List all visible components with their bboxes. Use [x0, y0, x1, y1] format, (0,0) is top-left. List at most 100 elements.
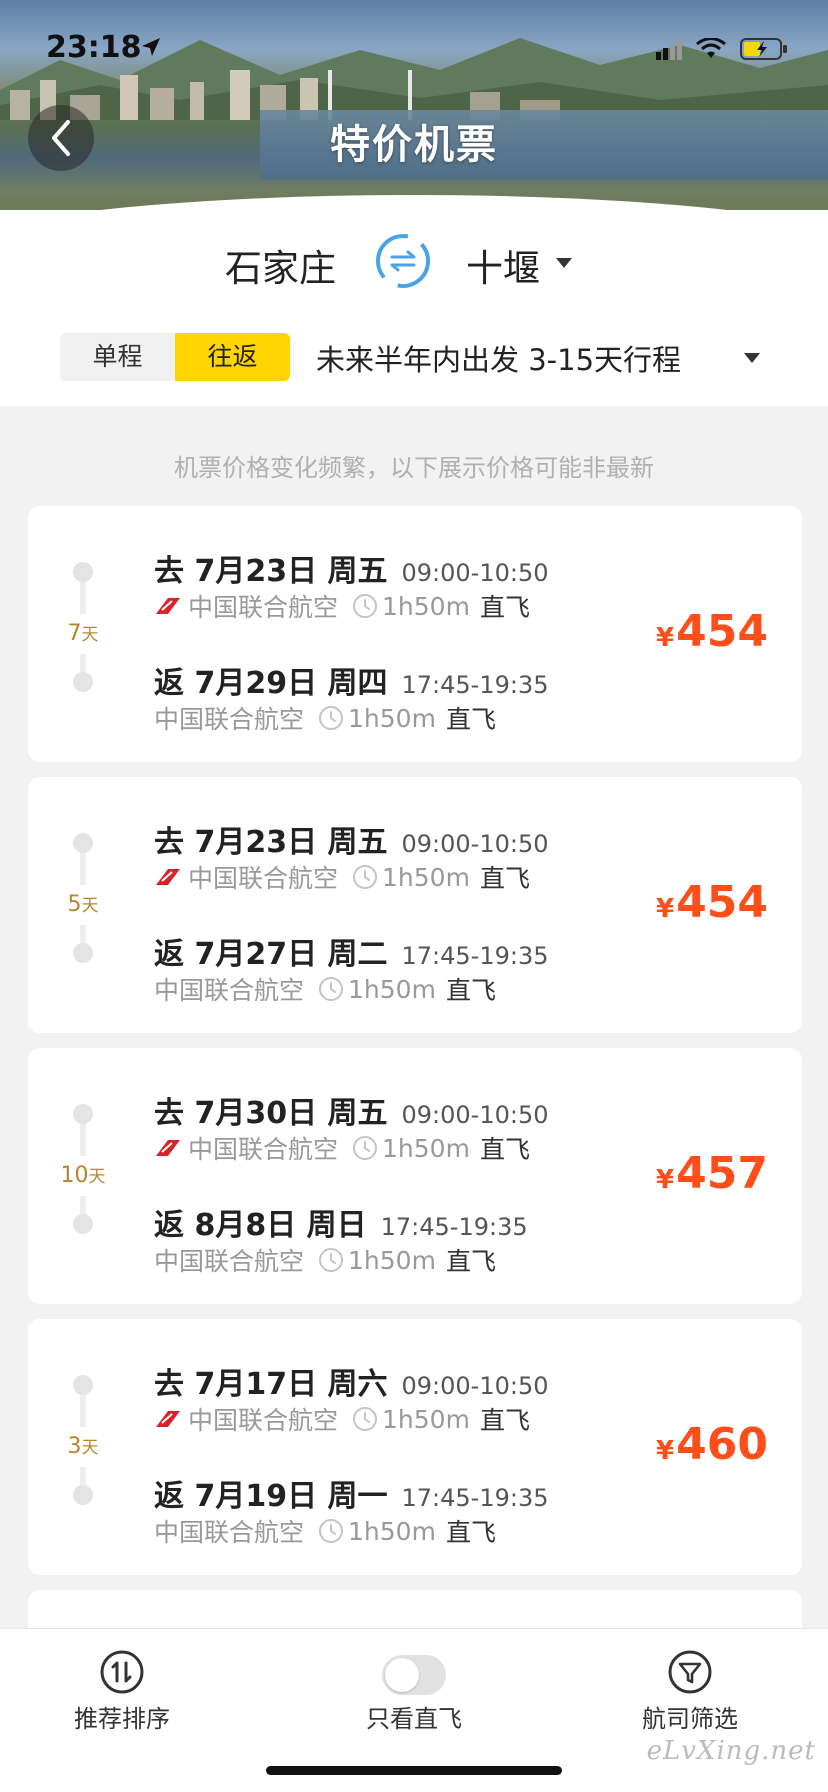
arrival-city[interactable]: 十堰 [466, 238, 540, 292]
return-flight-type: 直飞 [445, 1518, 496, 1547]
return-duration: 1h50m [348, 1245, 436, 1275]
outbound-flight-type: 直飞 [479, 1406, 530, 1435]
outbound-flight-type: 直飞 [479, 1135, 530, 1164]
return-date: 返 8月8日 周日 [154, 1208, 367, 1243]
trip-options-row: 单程 往返 未来半年内出发 3-15天行程 [60, 333, 770, 381]
clock-icon [319, 1519, 344, 1543]
return-date: 返 7月27日 周二 [154, 937, 388, 972]
direct-only-label: 只看直飞 [366, 1705, 462, 1733]
outbound-date: 去 7月17日 周六 [154, 1367, 388, 1402]
timeline-dot [73, 672, 93, 692]
airline-logo-icon [156, 1140, 180, 1156]
trip-length-badge: 7天 [56, 614, 110, 654]
price-label: ¥457 [656, 1148, 768, 1199]
airline-logo-icon [156, 869, 180, 885]
trip-days: 10 [60, 1163, 89, 1188]
outbound-duration: 1h50m [382, 1404, 470, 1434]
timeline-dot [73, 562, 93, 582]
trip-days-unit: 天 [81, 896, 99, 916]
price-label: ¥454 [656, 606, 768, 657]
outbound-airline: 中国联合航空 [188, 1135, 339, 1164]
timeline-dot [73, 1214, 93, 1234]
trip-days-unit: 天 [81, 1438, 99, 1458]
timeline-dot [73, 1104, 93, 1124]
currency-symbol: ¥ [656, 623, 675, 653]
outbound-time: 09:00-10:50 [401, 830, 549, 858]
price-notice: 机票价格变化频繁，以下展示价格可能非最新 [174, 454, 654, 482]
trip-days-unit: 天 [81, 625, 99, 645]
clock-icon [353, 1136, 378, 1160]
return-leg: 返 7月19日 周一 17:45-19:35 中国联合航空 1h50m 直飞 [154, 1471, 714, 1549]
route-panel: 石家庄 十堰 单程 往返 未来半年内出发 3-15天行程 [0, 210, 828, 406]
return-duration: 1h50m [348, 703, 436, 733]
return-airline: 中国联合航空 [154, 1247, 305, 1276]
location-arrow-icon [142, 38, 160, 56]
outbound-flight-type: 直飞 [479, 864, 530, 893]
currency-symbol: ¥ [656, 1436, 675, 1466]
departure-city[interactable]: 石家庄 [225, 238, 336, 292]
direct-only-toggle[interactable]: 只看直飞 [324, 1649, 504, 1759]
price-label: ¥460 [656, 1419, 768, 1470]
round-trip-tab[interactable]: 往返 [175, 333, 290, 381]
watermark-text: eLvXing.net [646, 1736, 816, 1766]
caret-down-icon[interactable] [556, 258, 572, 268]
one-way-tab[interactable]: 单程 [60, 333, 175, 381]
return-airline: 中国联合航空 [154, 976, 305, 1005]
direct-only-switch[interactable] [382, 1655, 446, 1695]
price-value: 454 [676, 877, 768, 928]
outbound-airline: 中国联合航空 [188, 593, 339, 622]
airline-logo-icon [156, 598, 180, 614]
clock-icon [319, 706, 344, 730]
return-flight-type: 直飞 [445, 705, 496, 734]
price-value: 460 [676, 1419, 768, 1470]
outbound-duration: 1h50m [382, 862, 470, 892]
trip-days: 7 [67, 621, 82, 646]
outbound-duration: 1h50m [382, 591, 470, 621]
trip-length-badge: 5天 [56, 885, 110, 925]
currency-symbol: ¥ [656, 894, 675, 924]
clock-icon [353, 594, 378, 618]
caret-down-icon[interactable] [744, 353, 760, 363]
trip-days-unit: 天 [88, 1167, 106, 1187]
filter-icon [668, 1650, 712, 1694]
sort-button[interactable]: 推荐排序 [32, 1649, 212, 1759]
status-icons [656, 36, 788, 62]
status-bar: 23:18 [0, 0, 828, 100]
outbound-duration: 1h50m [382, 1133, 470, 1163]
price-value: 454 [676, 606, 768, 657]
airline-logo-icon [156, 1411, 180, 1427]
outbound-airline: 中国联合航空 [188, 864, 339, 893]
trip-type-toggle: 单程 往返 [60, 333, 290, 381]
flight-card[interactable]: 10天 去 7月30日 周五 09:00-10:50 中国联合航空 1h50m 直飞返 8… [28, 1048, 802, 1304]
status-time: 23:18 [46, 30, 142, 65]
return-airline: 中国联合航空 [154, 1518, 305, 1547]
timeline-dot [73, 1375, 93, 1395]
battery-icon [740, 38, 787, 60]
clock-icon [353, 1407, 378, 1431]
return-time: 17:45-19:35 [401, 671, 549, 699]
flight-card[interactable]: 5天去 7月23日 周五 09:00-10:50 中国联合航空 1h50m 直飞返 7月… [28, 777, 802, 1033]
outbound-time: 09:00-10:50 [401, 1101, 549, 1129]
outbound-date: 去 7月30日 周五 [154, 1096, 388, 1131]
timeline-dot [73, 833, 93, 853]
page-title: 特价机票 [330, 122, 498, 168]
return-leg: 返 7月29日 周四 17:45-19:35 中国联合航空 1h50m 直飞 [154, 658, 714, 736]
price-label: ¥454 [656, 877, 768, 928]
clock-icon [319, 977, 344, 1001]
return-airline: 中国联合航空 [154, 705, 305, 734]
date-range-selector[interactable]: 未来半年内出发 3-15天行程 [316, 337, 681, 379]
return-leg: 返 7月27日 周二 17:45-19:35 中国联合航空 1h50m 直飞 [154, 929, 714, 1007]
route-row: 石家庄 十堰 [0, 234, 828, 294]
return-flight-type: 直飞 [445, 976, 496, 1005]
trip-days: 5 [67, 892, 82, 917]
trip-days: 3 [67, 1434, 82, 1459]
timeline-dot [73, 1485, 93, 1505]
flight-card[interactable]: 7天去 7月23日 周五 09:00-10:50 中国联合航空 1h50m 直飞返 7月… [28, 506, 802, 762]
swap-cities-icon[interactable] [374, 232, 432, 290]
home-indicator[interactable] [266, 1766, 562, 1775]
flight-card[interactable]: 3天去 7月17日 周六 09:00-10:50 中国联合航空 1h50m 直飞返 7月… [28, 1319, 802, 1575]
return-duration: 1h50m [348, 974, 436, 1004]
return-date: 返 7月29日 周四 [154, 666, 388, 701]
page: 23:18 特价机票 石家庄 十堰 单程 往返 未来半年内出发 3-15天行程 … [0, 0, 828, 1792]
outbound-airline: 中国联合航空 [188, 1406, 339, 1435]
